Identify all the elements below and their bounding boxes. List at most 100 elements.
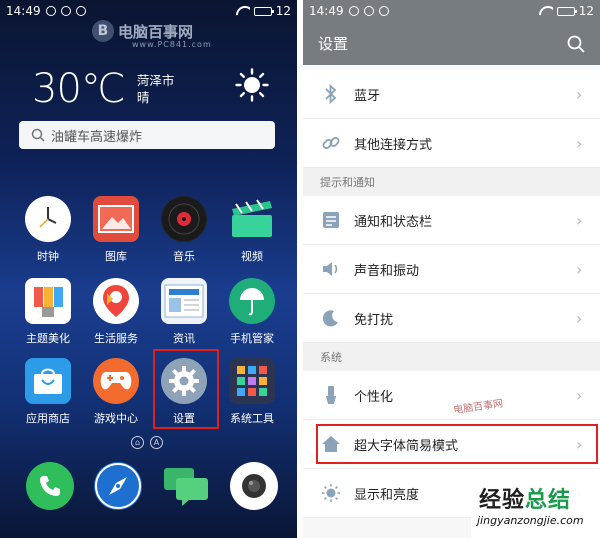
page-title: 设置 xyxy=(318,35,349,53)
row-label: 通知和状态栏 xyxy=(354,214,433,230)
row-notifications[interactable]: 通知和状态栏 › xyxy=(303,196,600,245)
messages-icon xyxy=(162,462,210,510)
app-gallery[interactable]: 图库 xyxy=(86,196,146,264)
link-icon xyxy=(320,132,342,154)
search-placeholder: 油罐车高速爆炸 xyxy=(51,129,143,145)
wifi-icon xyxy=(236,6,250,16)
app-label: 主题美化 xyxy=(26,332,70,345)
app-video[interactable]: 视频 xyxy=(222,196,282,264)
app-label: 视频 xyxy=(241,250,263,263)
app-system-tools[interactable]: 系统工具 xyxy=(222,358,282,426)
battery-level: 12 xyxy=(578,4,594,18)
app-store-icon xyxy=(25,358,71,404)
app-news[interactable]: 资讯 xyxy=(154,278,214,346)
sound-icon xyxy=(320,258,342,280)
dock-camera[interactable] xyxy=(224,462,284,516)
battery-icon xyxy=(253,6,274,16)
search-bar[interactable]: 油罐车高速爆炸 xyxy=(19,121,275,149)
news-icon xyxy=(161,278,207,324)
app-store[interactable]: 应用商店 xyxy=(18,358,78,426)
weather-city: 菏泽市 xyxy=(136,73,175,88)
row-label: 其他连接方式 xyxy=(354,137,433,153)
settings-highlight-box xyxy=(153,349,219,429)
corner-watermark: 经验总结 jingyanzongjie.com xyxy=(471,480,600,538)
sync-icon xyxy=(45,6,56,16)
row-label: 免打扰 xyxy=(354,312,394,328)
status-time: 14:49 xyxy=(6,4,41,18)
chevron-right-icon: › xyxy=(576,308,583,328)
android-icon xyxy=(378,6,389,16)
settings-header: 设置 xyxy=(303,22,600,65)
status-bar: 14:49 12 xyxy=(303,0,600,22)
search-icon[interactable] xyxy=(567,35,585,53)
large-font-highlight-box xyxy=(316,424,598,464)
app-label: 音乐 xyxy=(173,250,195,263)
phone-icon xyxy=(26,462,74,510)
brightness-icon xyxy=(320,482,342,504)
moon-icon xyxy=(320,307,342,329)
app-label: 图库 xyxy=(105,250,127,263)
row-label: 蓝牙 xyxy=(354,88,381,104)
life-service-icon xyxy=(93,278,139,324)
notification-dot-icon xyxy=(60,6,71,16)
dock-messages[interactable] xyxy=(156,462,216,516)
site-watermark-logo: B 电脑百事网 xyxy=(92,20,193,42)
weather-widget[interactable]: 30℃ 菏泽市 晴 xyxy=(32,66,174,112)
chevron-right-icon: › xyxy=(576,84,583,104)
dock-phone[interactable] xyxy=(20,462,80,516)
sun-icon xyxy=(235,68,269,102)
app-label: 游戏中心 xyxy=(94,412,138,425)
watermark-main: 经验 xyxy=(479,488,526,513)
home-page-dot-icon: ⌂ xyxy=(131,436,144,449)
app-label: 时钟 xyxy=(37,250,59,263)
video-icon xyxy=(229,196,275,242)
browser-icon xyxy=(94,462,142,510)
status-bar: 14:49 12 xyxy=(0,0,297,22)
phone-manager-icon xyxy=(229,278,275,324)
chevron-right-icon: › xyxy=(576,210,583,230)
row-other-connections[interactable]: 其他连接方式 › xyxy=(303,119,600,168)
page-indicator[interactable]: ⌂ A xyxy=(131,436,163,449)
page-dot-a: A xyxy=(150,436,163,449)
home-screen: 14:49 12 B 电脑百事网 www.PC841.com 30℃ 菏泽市 晴 xyxy=(0,0,297,538)
dock-browser[interactable] xyxy=(88,462,148,516)
row-personalize[interactable]: 个性化 › xyxy=(303,371,600,420)
notification-dot-icon xyxy=(363,6,374,16)
row-label: 声音和振动 xyxy=(354,263,420,279)
app-label: 手机管家 xyxy=(230,332,274,345)
battery-icon xyxy=(556,6,577,16)
theme-icon xyxy=(25,278,71,324)
bluetooth-icon xyxy=(320,83,342,105)
search-icon xyxy=(31,128,45,142)
row-bluetooth[interactable]: 蓝牙 › xyxy=(303,70,600,119)
app-music[interactable]: 音乐 xyxy=(154,196,214,264)
site-logo-icon: B xyxy=(92,20,114,42)
clock-icon xyxy=(25,196,71,242)
status-time: 14:49 xyxy=(309,4,344,18)
system-tools-icon xyxy=(229,358,275,404)
app-label: 系统工具 xyxy=(230,412,274,425)
section-header: 系统 xyxy=(303,343,600,371)
section-header: 提示和通知 xyxy=(303,168,600,196)
music-icon xyxy=(161,196,207,242)
camera-icon xyxy=(230,462,278,510)
app-life-service[interactable]: 生活服务 xyxy=(86,278,146,346)
battery-level: 12 xyxy=(275,4,291,18)
row-sound[interactable]: 声音和振动 › xyxy=(303,245,600,294)
chevron-right-icon: › xyxy=(576,259,583,279)
row-do-not-disturb[interactable]: 免打扰 › xyxy=(303,294,600,343)
weather-condition: 晴 xyxy=(136,90,150,105)
app-label: 资讯 xyxy=(173,332,195,345)
personalize-icon xyxy=(320,384,342,406)
temperature: 30℃ xyxy=(32,66,126,112)
gallery-icon xyxy=(93,196,139,242)
sync-icon xyxy=(348,6,359,16)
app-game-center[interactable]: 游戏中心 xyxy=(86,358,146,426)
chevron-right-icon: › xyxy=(576,385,583,405)
watermark-url: jingyanzongjie.com xyxy=(477,514,584,527)
app-theme[interactable]: 主题美化 xyxy=(18,278,78,346)
app-phone-manager[interactable]: 手机管家 xyxy=(222,278,282,346)
app-clock[interactable]: 时钟 xyxy=(18,196,78,264)
notification-icon xyxy=(320,209,342,231)
chevron-right-icon: › xyxy=(576,133,583,153)
